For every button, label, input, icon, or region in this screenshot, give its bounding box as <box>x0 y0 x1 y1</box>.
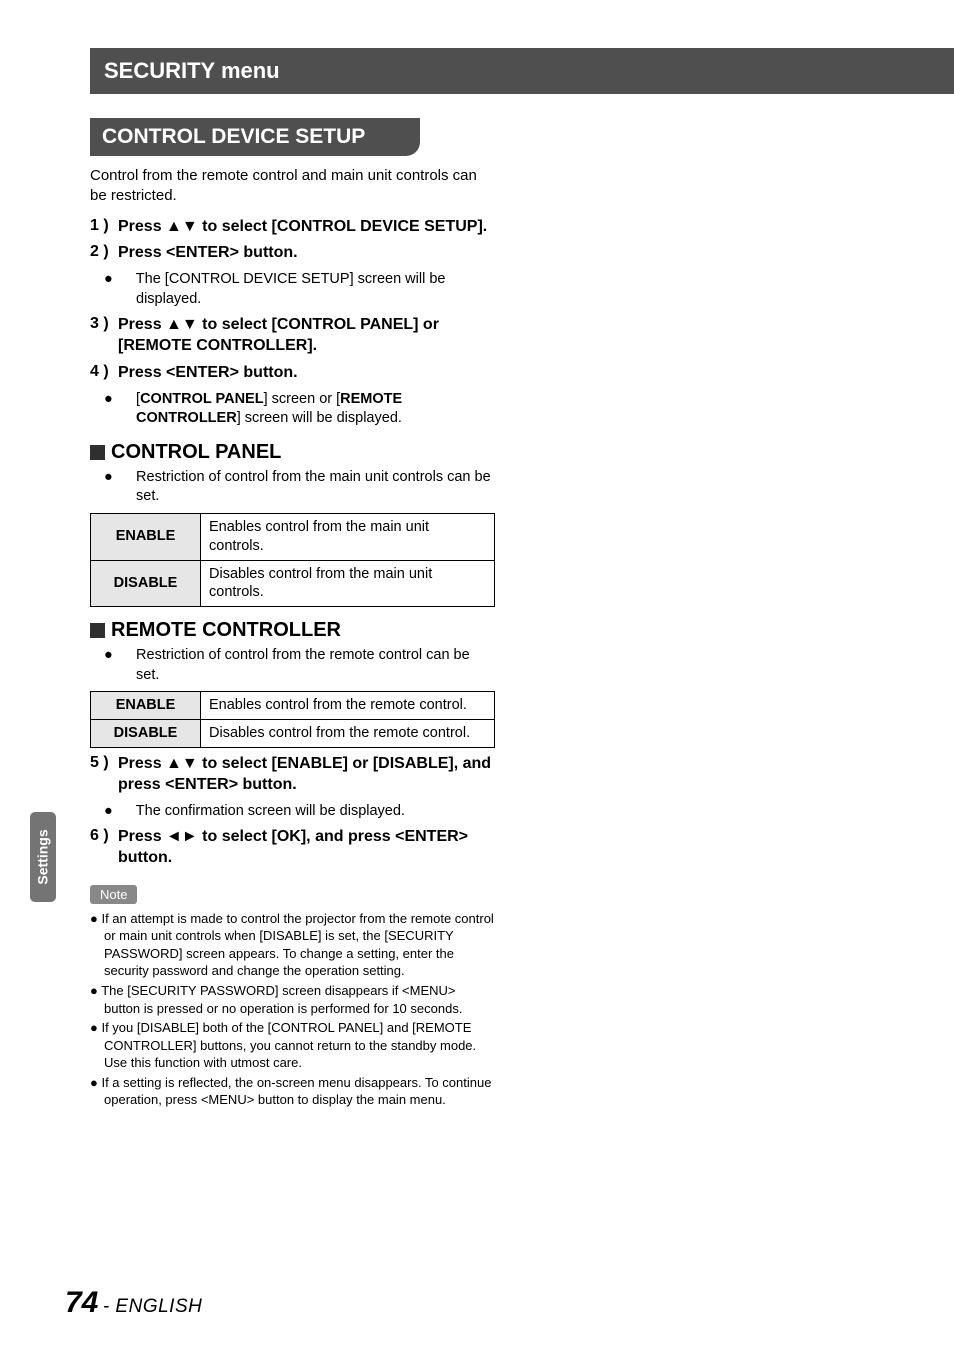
table-row: DISABLE Disables control from the main u… <box>91 560 495 607</box>
remote-controller-heading: REMOTE CONTROLLER <box>90 619 495 642</box>
note-list: If an attempt is made to control the pro… <box>90 910 495 1109</box>
table-cell-val: Enables control from the main unit contr… <box>201 513 495 560</box>
remote-controller-table: ENABLE Enables control from the remote c… <box>90 691 495 748</box>
step-number: 1 ) <box>90 217 118 238</box>
step-1: 1 ) Press ▲▼ to select [CONTROL DEVICE S… <box>90 217 495 238</box>
table-cell-val: Disables control from the remote control… <box>201 720 495 748</box>
remote-controller-title: REMOTE CONTROLLER <box>111 619 341 642</box>
step-text: Press <ENTER> button. <box>118 363 495 384</box>
top-band-title: SECURITY menu <box>104 58 280 84</box>
top-band: SECURITY menu <box>90 48 954 94</box>
step-6: 6 ) Press ◄► to select [OK], and press <… <box>90 827 495 869</box>
side-tab: Settings <box>30 812 56 902</box>
step-sub-text: The confirmation screen will be displaye… <box>136 803 405 819</box>
side-tab-label: Settings <box>35 829 51 884</box>
step-number: 2 ) <box>90 243 118 264</box>
step-number: 4 ) <box>90 363 118 384</box>
table-cell-key: ENABLE <box>91 513 201 560</box>
page-number: 74 <box>65 1286 98 1319</box>
square-icon <box>90 623 105 638</box>
step-sub-text: The [CONTROL DEVICE SETUP] screen will b… <box>136 271 446 307</box>
table-row: ENABLE Enables control from the main uni… <box>91 513 495 560</box>
control-panel-title: CONTROL PANEL <box>111 441 281 464</box>
step-4: 4 ) Press <ENTER> button. <box>90 363 495 384</box>
note-item: The [SECURITY PASSWORD] screen disappear… <box>90 982 495 1017</box>
square-icon <box>90 445 105 460</box>
bullet-icon: ● <box>120 646 132 666</box>
content-column: CONTROL DEVICE SETUP Control from the re… <box>90 118 495 1111</box>
control-panel-table: ENABLE Enables control from the main uni… <box>90 513 495 607</box>
note-label: Note <box>90 885 137 904</box>
table-cell-val: Disables control from the main unit cont… <box>201 560 495 607</box>
step-text: Press ▲▼ to select [CONTROL PANEL] or [R… <box>118 315 495 357</box>
section-intro: Control from the remote control and main… <box>90 166 495 207</box>
remote-controller-desc: ● Restriction of control from the remote… <box>136 646 495 685</box>
page: SECURITY menu Settings CONTROL DEVICE SE… <box>0 0 954 1350</box>
step-text: Press ▲▼ to select [CONTROL DEVICE SETUP… <box>118 217 495 238</box>
step-text: Press ▲▼ to select [ENABLE] or [DISABLE]… <box>118 754 495 796</box>
step-5-sub: ● The confirmation screen will be displa… <box>136 802 495 822</box>
table-row: DISABLE Disables control from the remote… <box>91 720 495 748</box>
note-item: If an attempt is made to control the pro… <box>90 910 495 980</box>
table-row: ENABLE Enables control from the remote c… <box>91 692 495 720</box>
step-text: Press ◄► to select [OK], and press <ENTE… <box>118 827 495 869</box>
step-3: 3 ) Press ▲▼ to select [CONTROL PANEL] o… <box>90 315 495 357</box>
page-footer: 74 - ENGLISH <box>65 1286 202 1320</box>
step-text: Press <ENTER> button. <box>118 243 495 264</box>
step-2-sub: ● The [CONTROL DEVICE SETUP] screen will… <box>136 270 495 309</box>
bullet-icon: ● <box>120 390 132 410</box>
page-language: - ENGLISH <box>103 1296 203 1317</box>
step-number: 5 ) <box>90 754 118 796</box>
step-number: 3 ) <box>90 315 118 357</box>
control-panel-heading: CONTROL PANEL <box>90 441 495 464</box>
section-heading: CONTROL DEVICE SETUP <box>90 118 420 156</box>
step-2: 2 ) Press <ENTER> button. <box>90 243 495 264</box>
bullet-icon: ● <box>120 802 132 822</box>
table-cell-key: ENABLE <box>91 692 201 720</box>
control-panel-desc: ● Restriction of control from the main u… <box>136 468 495 507</box>
bullet-icon: ● <box>120 468 132 488</box>
table-cell-key: DISABLE <box>91 720 201 748</box>
note-item: If you [DISABLE] both of the [CONTROL PA… <box>90 1019 495 1072</box>
note-item: If a setting is reflected, the on-screen… <box>90 1074 495 1109</box>
step-5: 5 ) Press ▲▼ to select [ENABLE] or [DISA… <box>90 754 495 796</box>
step-sub-text: [CONTROL PANEL] screen or [REMOTE CONTRO… <box>136 391 402 427</box>
table-cell-val: Enables control from the remote control. <box>201 692 495 720</box>
table-cell-key: DISABLE <box>91 560 201 607</box>
bullet-icon: ● <box>120 270 132 290</box>
step-number: 6 ) <box>90 827 118 869</box>
step-4-sub: ● [CONTROL PANEL] screen or [REMOTE CONT… <box>136 390 495 429</box>
